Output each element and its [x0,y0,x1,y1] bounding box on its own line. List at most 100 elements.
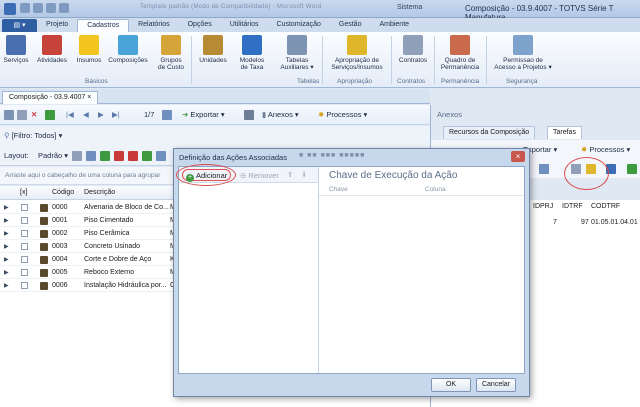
composition-icon [40,230,48,238]
first-page-icon[interactable]: |◀ [66,109,74,121]
row-checkbox[interactable] [21,282,28,289]
layout-tool-icon[interactable] [142,151,152,161]
delete-icon[interactable]: ✕ [31,109,37,121]
annexes-button[interactable]: ▮ Anexos ▾ [262,109,299,121]
title-bar: Template padrão (Modo de Compatibilidade… [0,0,640,22]
row-checkbox[interactable] [21,243,28,250]
row-checkbox[interactable] [21,269,28,276]
document-tab[interactable]: Composição - 03.9.4007 × [2,91,99,104]
processes-button[interactable]: ✸ Processos ▾ [318,109,367,121]
ribbon-button-unidades[interactable]: Unidades [196,35,230,64]
grid-view-icon[interactable] [162,110,172,120]
row-checkbox[interactable] [21,217,28,224]
new-icon[interactable] [4,110,14,120]
tab-cadastros[interactable]: Cadastros [77,19,130,32]
tab-customizacao[interactable]: Customização [268,19,330,32]
composition-icon [40,217,48,225]
column-header-code[interactable]: Código [52,189,74,196]
tab-relatorios[interactable]: Relatórios [129,19,179,32]
tab-gestao[interactable]: Gestão [330,19,371,32]
ribbon-button-grupos-de-custo[interactable]: Grupos de Custo [154,35,188,71]
tab-tarefas[interactable]: Tarefas [547,126,582,139]
cell-description: Piso Cimentado [84,217,134,224]
row-checkbox[interactable] [21,256,28,263]
layout-tool-icon[interactable] [86,151,96,161]
ribbon-button-atividades[interactable]: Atividades [34,35,70,64]
ribbon-button-composicoes[interactable]: Composições [106,35,150,64]
ribbon-label: Atividades [37,57,67,64]
file-menu-button[interactable]: ▤ ▾ [2,19,37,32]
remove-button[interactable]: ⊖ Remover [240,171,279,180]
column-header-key[interactable]: Chave [329,186,348,193]
cost-groups-icon [161,35,181,55]
ribbon-button-contratos[interactable]: Contratos [395,35,431,64]
ribbon-button-permissao[interactable]: Permissao de Acesso a Projetos ▾ [490,35,556,71]
annex-grid-icon[interactable] [539,164,549,174]
next-page-icon[interactable]: ▶ [98,109,104,121]
layout-tool-icon[interactable] [128,151,138,161]
save-icon[interactable] [20,3,30,13]
cell-description: Instalação Hidráulica por... [84,282,167,289]
print-icon[interactable] [244,110,254,120]
ribbon-button-quadro-de-permanencia[interactable]: Quadro de Permanência [438,35,482,71]
column-header-select[interactable]: [x] [20,189,27,196]
move-down-icon[interactable]: ⬇ [301,169,307,181]
edit-icon[interactable] [17,110,27,120]
ribbon-button-insumos[interactable]: Insumos [74,35,104,64]
tab-recursos-da-composicao[interactable]: Recursos da Composição [443,126,536,139]
tab-opcoes[interactable]: Opções [179,19,221,32]
group-label-contratos: Contratos [397,78,426,85]
export-button[interactable]: ➜ Exportar ▾ [182,109,225,121]
ribbon-button-tabelas-auxiliares[interactable]: Tabelas Auxiliares ▾ [274,35,320,71]
layout-tool-icon[interactable] [100,151,110,161]
ribbon-button-servicos[interactable]: Serviços [2,35,30,64]
cell-code: 0002 [52,230,68,237]
actions-dialog: Definição das Ações Associadas ■ ■■ ■■■ … [173,148,530,397]
column-header-idtrf[interactable]: IDTRF [562,203,583,210]
permission-icon [513,35,533,55]
app-menu-icon[interactable] [4,3,16,15]
tab-projeto[interactable]: Projeto [37,19,77,32]
column-header-codtrf[interactable]: CODTRF [591,203,620,210]
layout-tool-icon[interactable] [156,151,166,161]
activities-icon [42,35,62,55]
cancel-button[interactable]: Cancelar [476,378,516,392]
last-page-icon[interactable]: ▶| [112,109,120,121]
filter-bar: ⚲ [Filtro: Todos] ▾ [0,126,430,146]
tab-utilitarios[interactable]: Utilitários [221,19,268,32]
ribbon-button-modelos-de-taxa[interactable]: Modelos de Taxa [234,35,270,71]
ribbon-button-apropriacao[interactable]: Apropriação de Serviços/Insumos [326,35,388,71]
row-checkbox[interactable] [21,204,28,211]
tab-ambiente[interactable]: Ambiente [370,19,418,32]
attachment-icon: ▮ [262,110,267,119]
composition-icon [40,243,48,251]
redo-icon[interactable] [46,3,56,13]
actions-list-pane: + Adicionar ⊖ Remover ⬆ ⬇ [179,167,319,373]
ribbon-label: Tabelas Auxiliares ▾ [280,57,314,71]
dropdown-icon[interactable] [59,3,69,13]
remove-icon: ⊖ [240,171,247,180]
cell-description: Corte e Dobre de Aço [84,256,152,263]
ok-button[interactable]: OK [431,378,471,392]
appropriation-icon [347,35,367,55]
refresh-icon[interactable] [45,110,55,120]
previous-page-icon[interactable]: ◀ [83,109,89,121]
layout-tool-icon[interactable] [72,151,82,161]
move-up-icon[interactable]: ⬆ [287,169,293,181]
column-header-description[interactable]: Descrição [84,189,115,196]
row-checkbox[interactable] [21,230,28,237]
annex-processes-button[interactable]: ✸ Processos ▾ [581,144,630,156]
filter-icon: ⚲ [4,131,10,140]
layout-tool-icon[interactable] [114,151,124,161]
close-icon[interactable]: × [87,94,91,101]
filter-dropdown[interactable]: ⚲ [Filtro: Todos] ▾ [4,130,62,142]
column-header-column[interactable]: Coluna [425,186,446,193]
system-label: Sistema [397,4,423,11]
export-label: Exportar [190,110,219,119]
column-header-idprj[interactable]: IDPRJ [533,203,553,210]
undo-icon[interactable] [33,3,43,13]
annex-tool-icon[interactable] [627,164,637,174]
layout-dropdown[interactable]: Padrão ▾ [38,150,68,162]
close-icon[interactable]: × [511,151,525,162]
document-tab-label: Composição - 03.9.4007 [9,94,86,101]
